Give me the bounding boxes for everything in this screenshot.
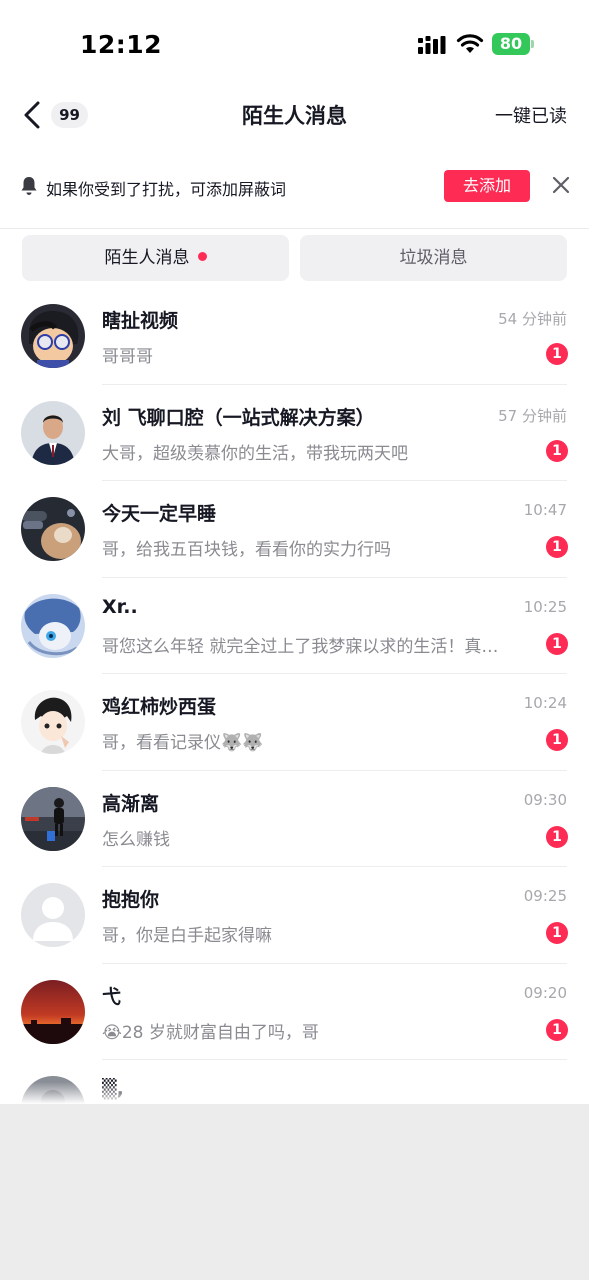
avatar (21, 690, 85, 754)
message-time: 09:25 (523, 887, 567, 905)
unread-badge: 1 (546, 825, 568, 848)
wifi-icon (456, 34, 484, 53)
sender-name: 今天一定早睡 (102, 503, 217, 525)
message-preview: 😭28 岁就财富自由了吗，哥 (102, 1022, 319, 1043)
battery-indicator: 80 (492, 33, 534, 55)
sender-name: 刘 飞聊口腔（一站式解决方案） (102, 406, 375, 429)
sender-name: 高渐离 (102, 792, 160, 815)
message-preview: 哥哥哥 (102, 347, 153, 367)
battery-tip (531, 40, 534, 48)
close-icon[interactable] (550, 174, 572, 196)
unread-badge: 1 (546, 536, 568, 558)
message-time: 10:47 (523, 501, 567, 519)
message-time: 57 分钟前 (498, 406, 567, 425)
unread-badge: 1 (546, 729, 568, 751)
nav-bar: 99 陌生人消息 一键已读 (0, 88, 589, 140)
status-time: 12:12 (80, 30, 163, 59)
stranger-messages-screen: 12:12 80 99 陌生人消息 一键已读 如果你受到了打扰，可添加屏蔽词 去… (0, 0, 589, 1104)
list-item[interactable]: Xr.. 哥您这么年轻 就完全过上了我梦寐以求的生活！真… 10:25 1 (0, 578, 589, 674)
avatar (21, 304, 85, 368)
avatar (21, 497, 85, 561)
message-preview: 哥，看看记录仪🐺🐺 (102, 733, 264, 753)
unread-badge: 1 (546, 632, 568, 655)
battery-level: 80 (492, 33, 530, 55)
message-preview: 哥您这么年轻 就完全过上了我梦寐以求的生活！真… (102, 636, 499, 657)
tab-label: 垃圾消息 (399, 248, 468, 268)
avatar (21, 400, 85, 465)
unread-badge: 1 (546, 922, 568, 944)
message-preview: 哥，你是白手起家得嘛 (102, 926, 272, 946)
message-preview: 哥，给我五百块钱，看看你的实力行吗 (102, 540, 391, 560)
sender-name: Xr.. (102, 595, 138, 618)
unread-badge: 1 (546, 439, 568, 462)
message-preview: 大哥，超级羡慕你的生活，带我玩两天吧 (102, 443, 408, 464)
list-item[interactable]: 今天一定早睡 哥，给我五百块钱，看看你的实力行吗 10:47 1 (0, 481, 589, 578)
avatar (21, 883, 85, 947)
list-fade (0, 1082, 589, 1104)
mark-all-read-button[interactable]: 一键已读 (495, 102, 567, 128)
sender-name: 抱抱你 (102, 889, 160, 911)
message-time: 54 分钟前 (498, 310, 567, 328)
tab-spam-messages[interactable]: 垃圾消息 (300, 235, 567, 281)
cellular-signal-icon (418, 36, 446, 54)
avatar (21, 979, 85, 1044)
avatar (21, 786, 85, 851)
list-item[interactable]: 鸡红柿炒西蛋 哥，看看记录仪🐺🐺 10:24 1 (0, 674, 589, 771)
list-item[interactable]: 高渐离 怎么赚钱 09:30 1 (0, 771, 589, 867)
avatar (21, 593, 85, 658)
list-item[interactable]: 弋 😭28 岁就财富自由了吗，哥 09:20 1 (0, 964, 589, 1060)
add-block-words-button[interactable]: 去添加 (444, 170, 530, 202)
list-item[interactable]: 瞎扯视频 哥哥哥 54 分钟前 1 (0, 288, 589, 385)
message-preview: 怎么赚钱 (102, 829, 170, 850)
unread-badge: 1 (546, 343, 568, 365)
list-item[interactable]: 抱抱你 哥，你是白手起家得嘛 09:25 1 (0, 867, 589, 964)
status-bar: 12:12 80 (0, 0, 589, 88)
sender-name: 弋 (102, 985, 122, 1008)
message-time: 10:25 (523, 597, 567, 616)
bell-icon (21, 177, 37, 195)
tab-stranger-messages[interactable]: 陌生人消息 (22, 235, 289, 281)
unread-dot (197, 252, 207, 261)
message-list: 瞎扯视频 哥哥哥 54 分钟前 1 刘 飞聊口腔（一站式解决方案） 大哥，超级羡… (0, 288, 589, 1104)
blank-area (0, 1104, 589, 1280)
message-time: 10:24 (523, 694, 567, 712)
unread-badge: 1 (546, 1018, 568, 1041)
list-item[interactable]: 刘 飞聊口腔（一站式解决方案） 大哥，超级羡慕你的生活，带我玩两天吧 57 分钟… (0, 385, 589, 481)
tab-label: 陌生人消息 (104, 248, 190, 268)
sender-name: 瞎扯视频 (102, 310, 179, 332)
sender-name: 鸡红柿炒西蛋 (102, 696, 217, 718)
message-time: 09:20 (523, 983, 567, 1002)
block-words-notice: 如果你受到了打扰，可添加屏蔽词 去添加 (0, 160, 589, 214)
divider (0, 228, 589, 229)
message-time: 09:30 (523, 790, 567, 809)
notice-text: 如果你受到了打扰，可添加屏蔽词 (46, 180, 287, 199)
